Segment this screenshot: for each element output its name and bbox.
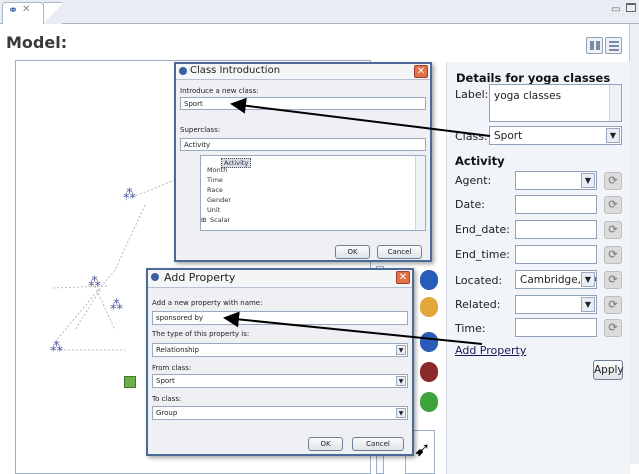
close-icon[interactable]: ✕	[396, 271, 410, 284]
tab-edge	[44, 2, 62, 24]
located-action-button[interactable]: ⟳	[604, 271, 622, 289]
located-select[interactable]: Cambridge, MA ▼	[515, 270, 597, 289]
field-label-located: Located:	[455, 274, 503, 287]
dialog-icon	[151, 273, 159, 281]
from-class-label: From class:	[152, 364, 192, 372]
related-select[interactable]: ▼	[515, 295, 597, 314]
superclass-label: Superclass:	[180, 126, 221, 134]
related-action-button[interactable]: ⟳	[604, 296, 622, 314]
class-introduction-dialog: Class Introduction ✕ Introduce a new cla…	[174, 62, 432, 262]
palette-icon[interactable]	[420, 362, 438, 382]
cancel-button[interactable]: Cancel	[352, 437, 404, 451]
graph-node-icon[interactable]: ⁂	[88, 275, 101, 290]
add-property-link[interactable]: Add Property	[455, 344, 526, 357]
label-scrollbar[interactable]	[609, 85, 621, 121]
editor-tab-strip	[0, 0, 639, 24]
close-icon[interactable]: ✕	[414, 65, 428, 78]
property-type-value: Relationship	[156, 346, 199, 354]
field-label-agent: Agent:	[455, 174, 492, 187]
property-name-input[interactable]: sponsored by	[152, 311, 408, 325]
field-label-date: Date:	[455, 198, 485, 211]
list-view-button[interactable]	[605, 37, 622, 54]
label-field[interactable]: yoga classes	[489, 84, 622, 122]
superclass-input[interactable]: Activity	[180, 138, 426, 151]
chevron-down-icon[interactable]: ▼	[396, 408, 406, 418]
columns-view-button[interactable]	[586, 37, 603, 54]
chevron-down-icon[interactable]: ▼	[606, 128, 620, 143]
class-label: Class:	[455, 130, 488, 143]
tree-expander-icon[interactable]: ⊞	[201, 216, 206, 224]
agent-action-button[interactable]: ⟳	[604, 172, 622, 190]
section-heading: Activity	[455, 154, 505, 168]
property-type-select[interactable]: Relationship ▼	[152, 343, 408, 357]
graph-node-icon[interactable]: ⁂	[123, 187, 136, 202]
date-field[interactable]	[515, 195, 597, 214]
property-type-label: The type of this property is:	[152, 330, 250, 338]
add-property-dialog: Add Property ✕ Add a new property with n…	[146, 268, 414, 456]
end-time-action-button[interactable]: ⟳	[604, 246, 622, 264]
tree-item[interactable]: Time	[207, 176, 223, 184]
label-value: yoga classes	[494, 90, 562, 102]
minimize-icon[interactable]: ▭	[611, 4, 620, 15]
palette-icon[interactable]	[420, 297, 438, 317]
from-class-select[interactable]: Sport ▼	[152, 374, 408, 388]
tree-item[interactable]: Race	[207, 186, 223, 194]
chevron-down-icon[interactable]: ▼	[396, 345, 406, 355]
cancel-button[interactable]: Cancel	[377, 245, 422, 259]
end-date-field[interactable]	[515, 220, 597, 239]
palette-icon[interactable]	[420, 332, 438, 352]
ok-button[interactable]: OK	[308, 437, 343, 451]
property-name-label: Add a new property with name:	[152, 299, 263, 307]
date-action-button[interactable]: ⟳	[604, 196, 622, 214]
end-time-field[interactable]	[515, 245, 597, 264]
tree-item[interactable]: Month	[207, 166, 227, 174]
apply-button[interactable]: Apply	[593, 360, 624, 380]
to-class-value: Group	[156, 409, 178, 417]
palette-icon[interactable]	[420, 270, 438, 290]
palette-icon[interactable]	[420, 392, 438, 412]
dialog-title: Add Property	[164, 271, 236, 284]
tree-item[interactable]: Scalar	[210, 216, 230, 224]
dialog-title: Class Introduction	[190, 65, 281, 76]
from-class-value: Sport	[156, 377, 175, 385]
ok-button[interactable]: OK	[335, 245, 370, 259]
time-action-button[interactable]: ⟳	[604, 319, 622, 337]
graph-node-icon[interactable]: ⁂	[50, 340, 63, 355]
chevron-down-icon[interactable]: ▼	[581, 272, 595, 287]
maximize-icon[interactable]	[626, 3, 636, 12]
tab-close-icon[interactable]: ✕	[22, 4, 30, 15]
end-date-action-button[interactable]: ⟳	[604, 221, 622, 239]
page-title: Model:	[6, 33, 68, 52]
class-name-input[interactable]: Sport	[180, 97, 426, 110]
vertical-scrollbar[interactable]	[629, 24, 639, 464]
chevron-down-icon[interactable]: ▼	[581, 173, 595, 188]
to-class-label: To class:	[152, 395, 182, 403]
class-value: Sport	[494, 130, 523, 142]
label-label: Label:	[455, 88, 489, 101]
chevron-down-icon[interactable]: ▼	[581, 297, 595, 312]
class-tree[interactable]: Activity Month Time Race Gender Unit ⊞ S…	[200, 155, 426, 231]
field-label-end-date: End_date:	[455, 223, 510, 236]
details-panel: Details for yoga classes Label: yoga cla…	[446, 62, 630, 474]
dialog-icon	[179, 67, 187, 75]
dialog-titlebar[interactable]: Add Property ✕	[148, 270, 412, 288]
field-label-related: Related:	[455, 298, 501, 311]
to-class-select[interactable]: Group ▼	[152, 406, 408, 420]
tree-item[interactable]: Unit	[207, 206, 220, 214]
graph-node-icon[interactable]	[124, 376, 136, 388]
model-icon: ⚭	[8, 3, 19, 17]
chevron-down-icon[interactable]: ▼	[396, 376, 406, 386]
tree-item[interactable]: Gender	[207, 196, 231, 204]
arrow-pointer-icon: ➹	[414, 437, 431, 461]
tree-scrollbar[interactable]	[415, 156, 425, 230]
dialog-titlebar[interactable]: Class Introduction ✕	[176, 64, 430, 80]
details-title: Details for yoga classes	[456, 71, 611, 85]
graph-node-icon[interactable]: ⁂	[110, 298, 123, 313]
time-field[interactable]	[515, 318, 597, 337]
class-select[interactable]: Sport ▼	[489, 126, 622, 145]
intro-label: Introduce a new class:	[180, 87, 259, 95]
agent-select[interactable]: ▼	[515, 171, 597, 190]
field-label-end-time: End_time:	[455, 248, 510, 261]
field-label-time: Time:	[455, 322, 486, 335]
